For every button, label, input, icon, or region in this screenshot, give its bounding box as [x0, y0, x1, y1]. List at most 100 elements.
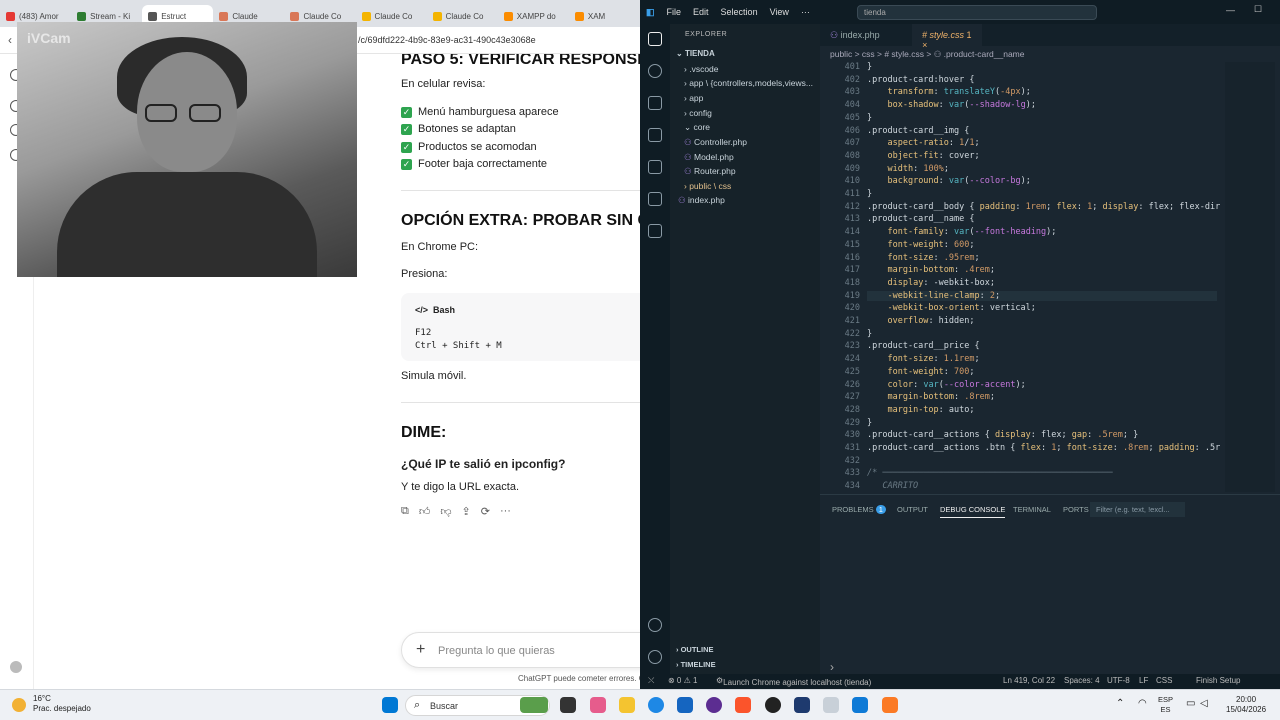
edge-icon[interactable] [648, 697, 664, 713]
tree-item[interactable]: › .vscode [684, 64, 719, 74]
code-line[interactable]: -webkit-box-orient: vertical; [867, 303, 1035, 313]
status-errors[interactable]: ⊗ 0 ⚠ 1 [668, 676, 697, 685]
app-icon[interactable] [794, 697, 810, 713]
project-root[interactable]: ⌄ TIENDA [676, 49, 715, 58]
widget-icon[interactable] [520, 697, 548, 713]
vscode-icon[interactable] [852, 697, 868, 713]
plus-icon[interactable]: + [416, 641, 425, 659]
code-line[interactable]: transform: translateY(-4px); [867, 87, 1030, 97]
remote-icon[interactable]: ⤬ [648, 676, 654, 686]
extensions-icon[interactable] [648, 160, 662, 174]
share-icon[interactable]: ⇪ [462, 505, 471, 518]
start-icon[interactable] [382, 697, 398, 713]
tab-output[interactable]: OUTPUT [897, 505, 928, 514]
breadcrumb[interactable]: public > css > # style.css > ⚇ .product-… [830, 49, 1024, 60]
brave-icon[interactable] [735, 697, 751, 713]
status-position[interactable]: Ln 419, Col 22 [1003, 676, 1055, 685]
more-icon[interactable]: ··· [500, 505, 511, 518]
tree-item[interactable]: ⚇ Controller.php [684, 137, 747, 148]
browser-tab[interactable]: Claude Co [356, 5, 427, 27]
menu-edit[interactable]: Edit [693, 7, 709, 17]
console-prompt-icon[interactable]: › [830, 660, 834, 674]
account-icon[interactable] [648, 618, 662, 632]
outline-section[interactable]: › OUTLINE [676, 645, 714, 654]
code-line[interactable]: font-weight: 600; [867, 240, 974, 250]
tab-debug-console[interactable]: DEBUG CONSOLE [940, 505, 1006, 518]
code-line[interactable]: } [867, 189, 872, 199]
code-line[interactable]: .product-card__actions { display: flex; … [867, 430, 1138, 440]
regenerate-icon[interactable]: ⟳ [481, 505, 490, 518]
tree-item[interactable]: › public \ css [684, 181, 731, 191]
code-line[interactable]: background: var(--color-bg); [867, 176, 1030, 186]
wifi-icon[interactable]: ◠ [1138, 698, 1147, 709]
extension-icon[interactable] [648, 224, 662, 238]
status-language[interactable]: CSS [1156, 676, 1172, 685]
code-line[interactable]: display: -webkit-box; [867, 278, 994, 288]
menu-selection[interactable]: Selection [721, 7, 758, 17]
code-line[interactable]: .product-card__img { [867, 126, 969, 136]
back-icon[interactable]: ‹ [8, 33, 12, 47]
weather-widget[interactable]: 16°C Prac. despejado [33, 694, 91, 714]
code-line[interactable]: -webkit-line-clamp: 2; [867, 290, 1217, 301]
command-center-search[interactable]: tienda [857, 5, 1097, 20]
task-view-icon[interactable] [560, 697, 576, 713]
weather-icon[interactable] [12, 698, 26, 712]
python-icon[interactable] [648, 192, 662, 206]
search-icon[interactable] [648, 64, 662, 78]
editor-area[interactable]: ⚇ index.php # style.css 1 × public > css… [820, 24, 1280, 494]
file-explorer-icon[interactable] [619, 697, 635, 713]
code-line[interactable]: margin-top: auto; [867, 405, 974, 415]
browser-tab[interactable]: Claude Co [427, 5, 498, 27]
code-line[interactable]: .product-card:hover { [867, 75, 974, 85]
tray-chevron-icon[interactable]: ⌃ [1116, 698, 1124, 709]
tree-item[interactable]: ⚇ index.php [678, 195, 725, 206]
tree-item[interactable]: › app \ {controllers,models,views... [684, 78, 813, 88]
maximize-icon[interactable]: ☐ [1254, 4, 1262, 15]
code-line[interactable]: } [867, 62, 872, 72]
code-line[interactable]: overflow: hidden; [867, 316, 974, 326]
status-eol[interactable]: LF [1139, 676, 1148, 685]
code-line[interactable]: } [867, 418, 872, 428]
copy-icon[interactable]: ⧉ [401, 505, 409, 518]
code-view[interactable]: 401} 402 .product-card:hover {403 transfor… [820, 62, 1225, 492]
chrome-icon[interactable] [765, 697, 781, 713]
code-line[interactable]: font-size: 1.1rem; [867, 354, 979, 364]
network-icon[interactable]: ▭ [1186, 698, 1195, 709]
volume-icon[interactable]: ◁ [1200, 698, 1208, 709]
code-line[interactable]: CARRITO [867, 481, 918, 491]
source-control-icon[interactable] [648, 96, 662, 110]
status-spaces[interactable]: Spaces: 4 [1064, 676, 1100, 685]
code-line[interactable]: box-shadow: var(--shadow-lg); [867, 100, 1035, 110]
status-encoding[interactable]: UTF-8 [1107, 676, 1130, 685]
code-line[interactable]: .product-card__price { [867, 341, 980, 351]
tree-item[interactable]: ⌄ core [684, 122, 710, 133]
code-line[interactable]: font-weight: 700; [867, 367, 974, 377]
app-icon[interactable] [706, 697, 722, 713]
copilot-icon[interactable] [590, 697, 606, 713]
tab-ports[interactable]: PORTS [1063, 505, 1089, 514]
status-launch[interactable]: ⚙ Launch Chrome against localhost (tiend… [716, 676, 871, 687]
code-line[interactable]: .product-card__name { [867, 214, 974, 224]
code-line[interactable]: .product-card__body { padding: 1rem; fle… [867, 202, 1220, 212]
tab-index-php[interactable]: ⚇ index.php [820, 24, 912, 46]
settings-gear-icon[interactable] [648, 650, 662, 664]
menu-file[interactable]: File [667, 7, 682, 17]
minimap[interactable] [1225, 62, 1275, 492]
minimize-icon[interactable]: — [1226, 5, 1235, 15]
tab-terminal[interactable]: TERMINAL [1013, 505, 1051, 514]
code-line[interactable]: } [867, 329, 872, 339]
tree-item[interactable]: ⚇ Router.php [684, 166, 736, 177]
xampp-icon[interactable] [882, 697, 898, 713]
run-debug-icon[interactable] [648, 128, 662, 142]
tree-item[interactable]: › config [684, 108, 712, 118]
explorer-icon[interactable] [648, 32, 662, 46]
code-line[interactable]: color: var(--color-accent); [867, 380, 1025, 390]
code-line[interactable]: font-family: var(--font-heading); [867, 227, 1056, 237]
status-finish-setup[interactable]: Finish Setup [1196, 676, 1240, 685]
language-indicator[interactable]: ESP ES [1158, 695, 1173, 715]
menu-view[interactable]: View [770, 7, 789, 17]
tab-problems[interactable]: PROBLEMS 1 [832, 505, 886, 514]
code-line[interactable]: width: 100%; [867, 164, 948, 174]
prompt-input[interactable]: + Pregunta lo que quieras [401, 632, 640, 668]
code-line[interactable]: .product-card__actions .btn { flex: 1; f… [867, 443, 1220, 453]
